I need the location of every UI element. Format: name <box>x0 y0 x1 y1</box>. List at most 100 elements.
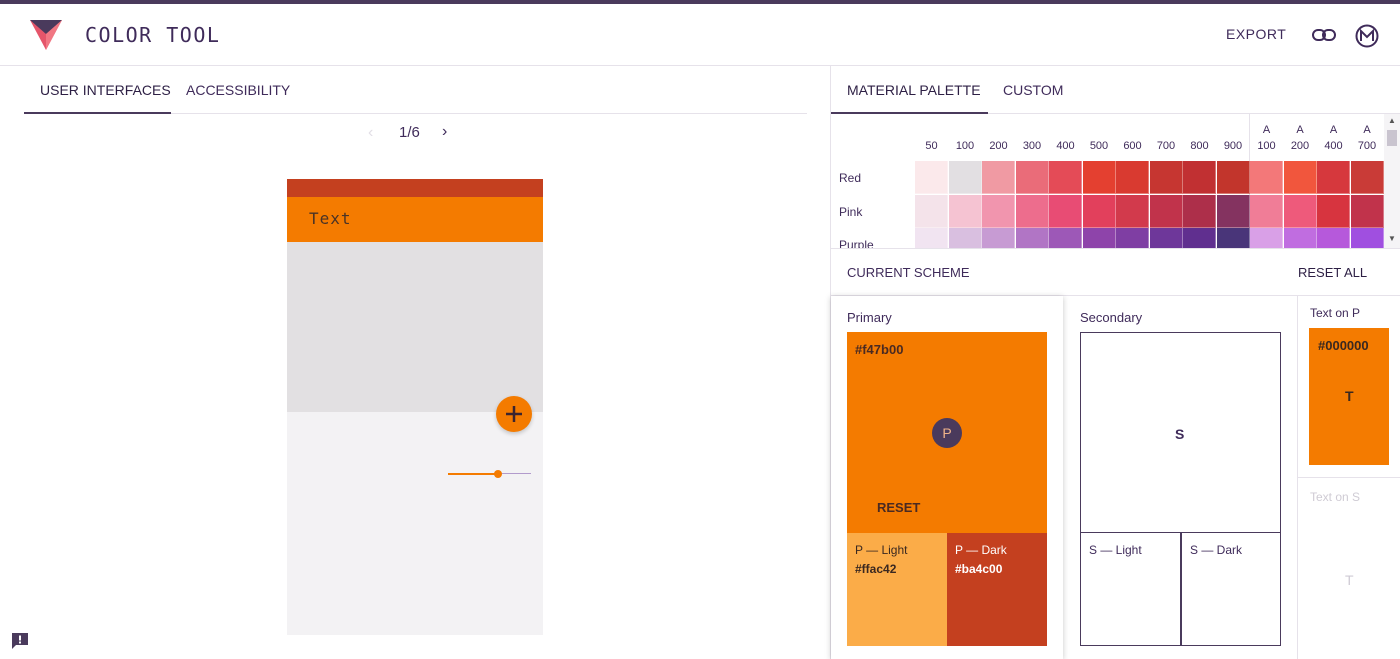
palette-swatch[interactable] <box>1015 194 1049 228</box>
palette-swatch[interactable] <box>1216 161 1250 194</box>
palette-swatch[interactable] <box>1283 194 1317 228</box>
shade-label: 200 <box>989 140 1008 152</box>
palette-swatch[interactable] <box>982 228 1015 248</box>
palette-swatch[interactable] <box>1250 228 1283 248</box>
palette-swatch[interactable] <box>1049 161 1082 194</box>
accent-shade-label: A 100 <box>1250 122 1283 154</box>
palette-swatch[interactable] <box>915 228 948 248</box>
primary-reset-button[interactable]: RESET <box>877 500 920 515</box>
palette-swatch[interactable] <box>1116 161 1149 194</box>
palette-swatch[interactable] <box>982 194 1015 228</box>
primary-swatch[interactable]: #f47b00 P RESET <box>847 332 1047 533</box>
palette-scrollbar[interactable]: ▲ ▼ <box>1384 114 1400 248</box>
primary-card: Primary #f47b00 P RESET P — Light #ffac4… <box>831 296 1063 659</box>
accent-shade-value: 100 <box>1257 140 1276 152</box>
palette-swatch[interactable] <box>915 161 948 194</box>
export-button[interactable]: EXPORT <box>1226 26 1286 42</box>
palette-swatch[interactable] <box>1216 194 1250 228</box>
chevron-left-icon[interactable]: ‹ <box>368 124 373 142</box>
shade-label: 100 <box>955 140 975 152</box>
secondary-label: Secondary <box>1080 310 1143 325</box>
palette-swatch[interactable] <box>982 161 1015 194</box>
palette-swatch[interactable] <box>1283 161 1317 194</box>
reset-all-button[interactable]: RESET ALL <box>1298 265 1367 280</box>
palette-swatch[interactable] <box>1149 161 1183 194</box>
palette-swatch[interactable] <box>1317 228 1350 248</box>
palette-swatch[interactable] <box>1015 228 1049 248</box>
palette-swatch[interactable] <box>948 228 982 248</box>
shade-label: 900 <box>1223 140 1243 152</box>
secondary-light-swatch[interactable]: S — Light <box>1080 533 1181 646</box>
phone-app-bar: Text <box>287 197 543 242</box>
primary-dark-swatch[interactable]: P — Dark #ba4c00 <box>947 533 1047 646</box>
link-icon[interactable] <box>1312 26 1336 44</box>
palette-swatch[interactable] <box>1216 228 1250 248</box>
primary-light-hex: #ffac42 <box>855 562 897 576</box>
accent-shade-prefix: A <box>1329 124 1338 136</box>
palette-swatch[interactable] <box>1082 194 1116 228</box>
text-on-p-swatch[interactable]: #000000 T <box>1309 328 1389 465</box>
palette-swatch[interactable] <box>1183 228 1216 248</box>
shade-label: 500 <box>1089 140 1109 152</box>
scroll-down-icon[interactable]: ▼ <box>1388 234 1396 243</box>
palette-swatch[interactable] <box>1283 228 1317 248</box>
secondary-swatch[interactable]: S <box>1080 332 1281 533</box>
palette-swatch[interactable] <box>948 161 982 194</box>
palette-swatch[interactable] <box>1149 194 1183 228</box>
feedback-icon[interactable] <box>11 632 29 650</box>
palette-swatch[interactable] <box>1350 194 1384 228</box>
slider-thumb[interactable] <box>494 470 502 478</box>
pager-count: 1/6 <box>399 124 420 141</box>
palette-swatch[interactable] <box>1183 161 1216 194</box>
tab-user-interfaces[interactable]: USER INTERFACES <box>40 82 171 98</box>
secondary-dark-swatch[interactable]: S — Dark <box>1181 533 1281 646</box>
tab-custom[interactable]: CUSTOM <box>1003 82 1063 98</box>
palette-swatch[interactable] <box>948 194 982 228</box>
phone-preview: Text <box>287 179 543 635</box>
primary-dark-hex: #ba4c00 <box>955 562 1003 576</box>
palette-swatch[interactable] <box>1149 228 1183 248</box>
app-header: COLOR TOOL EXPORT <box>0 4 1400 66</box>
app-title: COLOR TOOL <box>85 23 221 47</box>
palette-swatch[interactable] <box>1350 161 1384 194</box>
text-on-s-label: Text on S <box>1310 490 1361 504</box>
shade-label: 600 <box>1123 140 1142 152</box>
palette-swatch[interactable] <box>1049 228 1082 248</box>
text-on-p-letter: T <box>1345 388 1354 404</box>
accent-shade-prefix: A <box>1296 124 1304 136</box>
palette-swatch[interactable] <box>1049 194 1082 228</box>
chevron-right-icon[interactable]: › <box>442 123 447 141</box>
palette-swatch[interactable] <box>1250 161 1283 194</box>
palette-swatch[interactable] <box>1116 194 1149 228</box>
scroll-thumb[interactable] <box>1387 130 1397 146</box>
palette-swatch[interactable] <box>1082 161 1116 194</box>
palette-row-label: Purple <box>839 238 874 248</box>
scroll-up-icon[interactable]: ▲ <box>1388 116 1396 125</box>
phone-content-area <box>287 242 543 412</box>
secondary-dark-label: S — Dark <box>1190 543 1243 557</box>
tab-accessibility[interactable]: ACCESSIBILITY <box>186 82 290 98</box>
palette-row-label: Pink <box>839 204 863 219</box>
palette-swatch[interactable] <box>1015 161 1049 194</box>
accent-shade-value: 700 <box>1357 140 1377 152</box>
text-on-p-label: Text on P <box>1310 306 1361 320</box>
text-column-separator <box>1298 477 1400 478</box>
material-palette-grid: 50 100 200 300 400 500 600 700 800 900 A 100 A 200 A 40… <box>831 114 1400 248</box>
accent-shade-label: A 200 <box>1284 122 1317 154</box>
palette-swatch[interactable] <box>1317 194 1350 228</box>
primary-light-swatch[interactable]: P — Light #ffac42 <box>847 533 947 646</box>
palette-row-label: Red <box>839 171 862 185</box>
palette-swatch[interactable] <box>1317 161 1350 194</box>
material-icon[interactable] <box>1355 24 1379 48</box>
palette-swatch[interactable] <box>915 194 948 228</box>
accent-shade-label: A 400 <box>1317 122 1350 154</box>
palette-swatch[interactable] <box>1350 228 1384 248</box>
secondary-light-label: S — Light <box>1089 543 1142 557</box>
palette-swatch[interactable] <box>1183 194 1216 228</box>
palette-swatch[interactable] <box>1082 228 1116 248</box>
shade-label: 50 <box>925 140 938 152</box>
tab-material-palette[interactable]: MATERIAL PALETTE <box>847 82 981 98</box>
fab-add-button[interactable] <box>496 396 532 432</box>
palette-swatch[interactable] <box>1250 194 1283 228</box>
palette-swatch[interactable] <box>1116 228 1149 248</box>
